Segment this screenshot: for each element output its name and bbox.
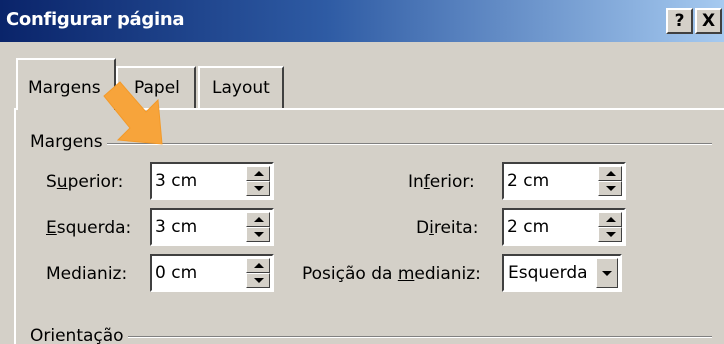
group-label-margens: Margens (26, 132, 107, 152)
spin-up-button[interactable] (598, 166, 622, 181)
spin-down-button[interactable] (598, 227, 622, 242)
spin-inferior[interactable]: 2 cm (502, 162, 626, 200)
spin-value: 3 cm (155, 217, 198, 237)
triangle-up-icon (606, 171, 616, 176)
close-button[interactable]: X (695, 8, 722, 34)
tab-label: Layout (212, 78, 270, 98)
tab-papel[interactable]: Papel (116, 66, 196, 110)
title-bar: Configurar página ? X (0, 0, 724, 42)
window-title: Configurar página (6, 9, 185, 30)
spin-direita[interactable]: 2 cm (502, 208, 626, 246)
spin-medianiz[interactable]: 0 cm (150, 254, 274, 292)
dropdown-button[interactable] (596, 258, 618, 288)
spin-esquerda[interactable]: 3 cm (150, 208, 274, 246)
spin-up-button[interactable] (246, 166, 270, 181)
label-direita: Direita: (416, 218, 479, 238)
spin-up-button[interactable] (246, 258, 270, 273)
label-medianiz: Medianiz: (46, 264, 128, 284)
spin-down-button[interactable] (246, 181, 270, 196)
spin-value: 0 cm (155, 263, 198, 283)
label-esquerda: Esquerda: (46, 218, 132, 238)
tab-margens[interactable]: Margens (16, 58, 116, 110)
page-setup-dialog: Configurar página ? X Margens Papel Layo… (0, 0, 724, 344)
chevron-down-icon (602, 271, 612, 276)
triangle-down-icon (254, 278, 264, 283)
triangle-down-icon (254, 186, 264, 191)
spin-down-button[interactable] (598, 181, 622, 196)
spin-up-button[interactable] (598, 212, 622, 227)
tab-label: Margens (28, 78, 101, 98)
spin-value: 2 cm (507, 217, 550, 237)
select-posicao-medianiz[interactable]: Esquerda (502, 254, 622, 292)
spin-up-button[interactable] (246, 212, 270, 227)
tab-label: Papel (134, 78, 180, 98)
spin-down-button[interactable] (246, 227, 270, 242)
triangle-down-icon (606, 232, 616, 237)
label-superior: Superior: (46, 172, 124, 192)
spin-superior[interactable]: 3 cm (150, 162, 274, 200)
spin-value: 2 cm (507, 171, 550, 191)
spin-value: 3 cm (155, 171, 198, 191)
label-inferior: Inferior: (408, 172, 475, 192)
triangle-up-icon (606, 217, 616, 222)
triangle-down-icon (254, 232, 264, 237)
group-divider (98, 143, 712, 145)
spin-down-button[interactable] (246, 273, 270, 288)
panel-border-left (14, 108, 16, 344)
label-posicao-medianiz: Posição da medianiz: (302, 264, 481, 284)
triangle-up-icon (254, 217, 264, 222)
triangle-down-icon (606, 186, 616, 191)
tab-layout[interactable]: Layout (198, 66, 284, 110)
group-divider (124, 336, 712, 338)
group-label-orientacao: Orientação (26, 326, 128, 344)
panel-border (116, 108, 724, 110)
select-value: Esquerda (508, 263, 588, 283)
triangle-up-icon (254, 171, 264, 176)
help-button[interactable]: ? (666, 8, 693, 34)
triangle-up-icon (254, 263, 264, 268)
